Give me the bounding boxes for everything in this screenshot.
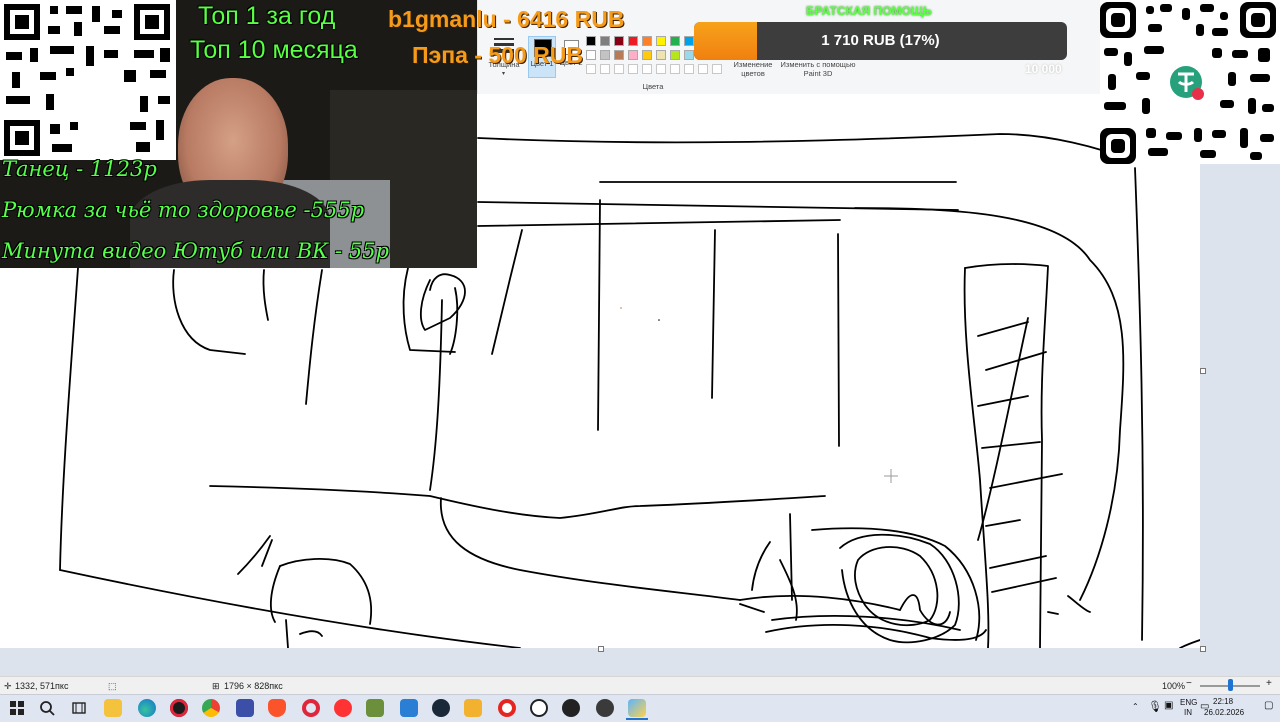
palette-color-swatch[interactable]: [684, 36, 694, 46]
palette-color-swatch[interactable]: [670, 36, 680, 46]
top-donor-month: Пэпа - 500 RUB: [412, 42, 583, 68]
zoom-level: 100%: [1162, 681, 1186, 691]
palette-color-swatch[interactable]: [614, 36, 624, 46]
language-bottom[interactable]: IN: [1184, 708, 1192, 717]
cursor-position: 1332, 571пкс: [15, 681, 69, 691]
donation-progress-bar: 1 710 RUB (17%): [694, 22, 1067, 60]
opera-icon[interactable]: [302, 699, 320, 717]
taskbar: ⌃ 🎙 ▣ ENG IN ▭ 22:18 26.02.2026 ▢: [0, 694, 1280, 721]
app-star-icon[interactable]: [432, 699, 450, 717]
selection-icon: ⬚: [108, 681, 117, 691]
canvas-size: 1796 × 828пкс: [224, 681, 283, 691]
price-shot: Рюмка за чьё то здоровье -555р: [2, 198, 365, 222]
top-month-label: Топ 10 месяца: [190, 36, 358, 64]
zoom-out-button[interactable]: −: [1186, 678, 1192, 689]
palette-color-swatch[interactable]: [684, 50, 694, 60]
obs-icon[interactable]: [562, 699, 580, 717]
paint3d-label: Изменить с помощью Paint 3D: [780, 60, 856, 78]
network-icon[interactable]: ▣: [1164, 700, 1173, 711]
app-dark-icon[interactable]: [596, 699, 614, 717]
top-donor-year: b1gmanlu - 6416 RUB: [388, 6, 625, 32]
custom-color-slot[interactable]: [684, 64, 694, 74]
status-bar: ✛ 1332, 571пкс ⬚ ⊞ 1796 × 828пкс 100% − …: [0, 676, 1280, 695]
edge-icon[interactable]: [138, 699, 156, 717]
yandex-icon[interactable]: [334, 699, 352, 717]
custom-color-slot[interactable]: [586, 64, 596, 74]
app-window-icon[interactable]: [400, 699, 418, 717]
chrome-icon[interactable]: [202, 699, 220, 717]
donation-title: БРАТСКАЯ ПОМОЩЬ: [806, 4, 932, 18]
canvas-resize-handle-corner[interactable]: [1200, 646, 1206, 652]
price-video: Минута видео Ютуб или ВК - 55р: [2, 239, 389, 263]
top-year-label: Топ 1 за год: [198, 2, 336, 30]
donation-goal: 10 000: [1025, 62, 1062, 76]
task-view-icon[interactable]: [70, 699, 88, 717]
palette-color-swatch[interactable]: [656, 50, 666, 60]
custom-color-slot[interactable]: [656, 64, 666, 74]
zoom-in-button[interactable]: +: [1266, 678, 1272, 689]
app-blue-icon[interactable]: [236, 699, 254, 717]
palette-color-swatch[interactable]: [600, 36, 610, 46]
qr-code-left: [0, 0, 176, 160]
custom-color-slot[interactable]: [670, 64, 680, 74]
palette-color-swatch[interactable]: [656, 36, 666, 46]
paint-icon[interactable]: [628, 699, 646, 717]
tray-chevron-icon[interactable]: ⌃: [1132, 702, 1139, 711]
zoom-slider-thumb[interactable]: [1228, 679, 1233, 691]
palette-color-swatch[interactable]: [614, 50, 624, 60]
palette-color-swatch[interactable]: [642, 36, 652, 46]
price-dance: Танец - 1123р: [2, 157, 157, 181]
palette-color-swatch[interactable]: [628, 50, 638, 60]
custom-color-slot[interactable]: [614, 64, 624, 74]
palette-color-swatch[interactable]: [628, 36, 638, 46]
canvas-resize-handle-right[interactable]: [1200, 368, 1206, 374]
custom-color-slot[interactable]: [628, 64, 638, 74]
qr-right-graphic: [1100, 2, 1276, 164]
colors-group-label: Цвета: [642, 82, 664, 91]
palette-color-swatch[interactable]: [586, 50, 596, 60]
canvas-resize-handle-bottom[interactable]: [598, 646, 604, 652]
microphone-icon[interactable]: 🎙: [1148, 700, 1162, 713]
canvas-size-icon: ⊞: [212, 681, 220, 691]
start-windows-icon[interactable]: [8, 699, 26, 717]
custom-color-slot[interactable]: [712, 64, 722, 74]
chatgpt-icon[interactable]: [530, 699, 548, 717]
minecraft-icon[interactable]: [366, 699, 384, 717]
cursor-position-icon: ✛: [4, 681, 12, 691]
palette-color-swatch[interactable]: [642, 50, 652, 60]
clock-date[interactable]: 26.02.2026: [1204, 708, 1244, 717]
search-icon[interactable]: [38, 699, 56, 717]
palette-color-swatch[interactable]: [600, 50, 610, 60]
file-explorer-icon[interactable]: [104, 699, 122, 717]
clock-time[interactable]: 22:18: [1213, 697, 1233, 706]
qr-left-graphic: [4, 4, 170, 156]
qr-code-right: [1100, 0, 1280, 164]
palette-color-swatch[interactable]: [670, 50, 680, 60]
game-icon[interactable]: [464, 699, 482, 717]
yandex-browser-icon[interactable]: [498, 699, 516, 717]
custom-color-slot[interactable]: [698, 64, 708, 74]
brave-icon[interactable]: [268, 699, 286, 717]
notification-icon[interactable]: ▢: [1264, 700, 1273, 711]
opera-gx-icon[interactable]: [170, 699, 188, 717]
palette-color-swatch[interactable]: [586, 36, 596, 46]
custom-color-slot[interactable]: [600, 64, 610, 74]
language-top[interactable]: ENG: [1180, 698, 1197, 707]
custom-color-slot[interactable]: [642, 64, 652, 74]
donation-progress-text: 1 710 RUB (17%): [821, 32, 940, 49]
edit-colors-label: Изменение цветов: [733, 60, 773, 78]
